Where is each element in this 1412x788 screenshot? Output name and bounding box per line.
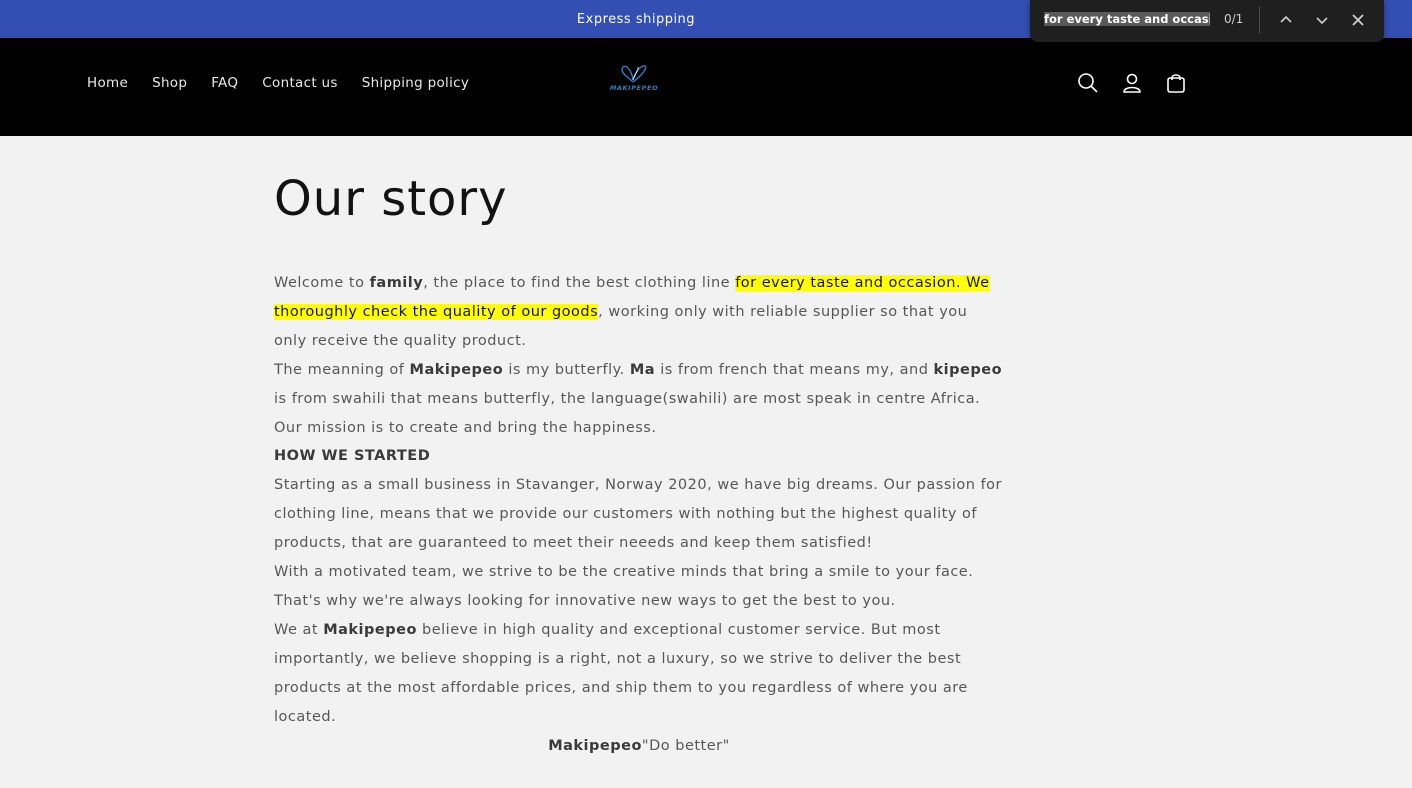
nav-shop[interactable]: Shop — [152, 75, 187, 91]
search-highlight: for every taste and occasion. We — [735, 275, 990, 291]
story-body: Welcome to family, the place to find the… — [274, 269, 1004, 760]
find-divider — [1259, 6, 1260, 34]
nav-shipping-policy[interactable]: Shipping policy — [362, 75, 469, 91]
site-logo[interactable]: MAKIPEPEO — [605, 62, 663, 96]
close-icon[interactable] — [1349, 11, 1367, 29]
paragraph-team: With a motivated team, we strive to be t… — [274, 564, 974, 609]
header-icons — [1077, 72, 1187, 94]
announcement-text: Express shipping — [576, 11, 696, 27]
chevron-down-icon[interactable] — [1313, 11, 1331, 29]
page-title: Our story — [274, 171, 508, 227]
logo-text: MAKIPEPEO — [609, 84, 659, 92]
paragraph-meaning: The meanning of Makipepeo is my butterfl… — [274, 361, 1003, 407]
nav-contact-us[interactable]: Contact us — [262, 75, 337, 91]
paragraph-mission: Our mission is to create and bring the h… — [274, 419, 657, 436]
nav-home[interactable]: Home — [87, 75, 128, 91]
search-highlight: thoroughly check the quality of our good… — [274, 303, 599, 320]
tagline: Makipepeo"Do better" — [548, 737, 730, 754]
find-match-count: 0/1 — [1224, 12, 1244, 26]
cart-icon[interactable] — [1165, 72, 1187, 94]
search-icon[interactable] — [1077, 72, 1099, 94]
find-in-page-bar: for every taste and occasion. W 0/1 — [1030, 0, 1384, 42]
nav-faq[interactable]: FAQ — [211, 75, 238, 91]
account-icon[interactable] — [1121, 72, 1143, 94]
paragraph-belief: We at Makipepeo believe in high quality … — [274, 621, 968, 725]
main-nav: Home Shop FAQ Contact us Shipping policy — [87, 75, 493, 91]
paragraph-started: Starting as a small business in Stavange… — [274, 477, 1003, 552]
paragraph-welcome: Welcome to family, the place to find the… — [274, 275, 990, 349]
find-input[interactable]: for every taste and occasion. W — [1044, 10, 1210, 28]
site-header: Home Shop FAQ Contact us Shipping policy… — [0, 38, 1412, 136]
chevron-up-icon[interactable] — [1277, 11, 1295, 29]
main-content: Our story Welcome to family, the place t… — [274, 160, 1004, 760]
butterfly-logo-icon — [621, 65, 647, 83]
heading-how-we-started: HOW WE STARTED — [274, 448, 431, 465]
